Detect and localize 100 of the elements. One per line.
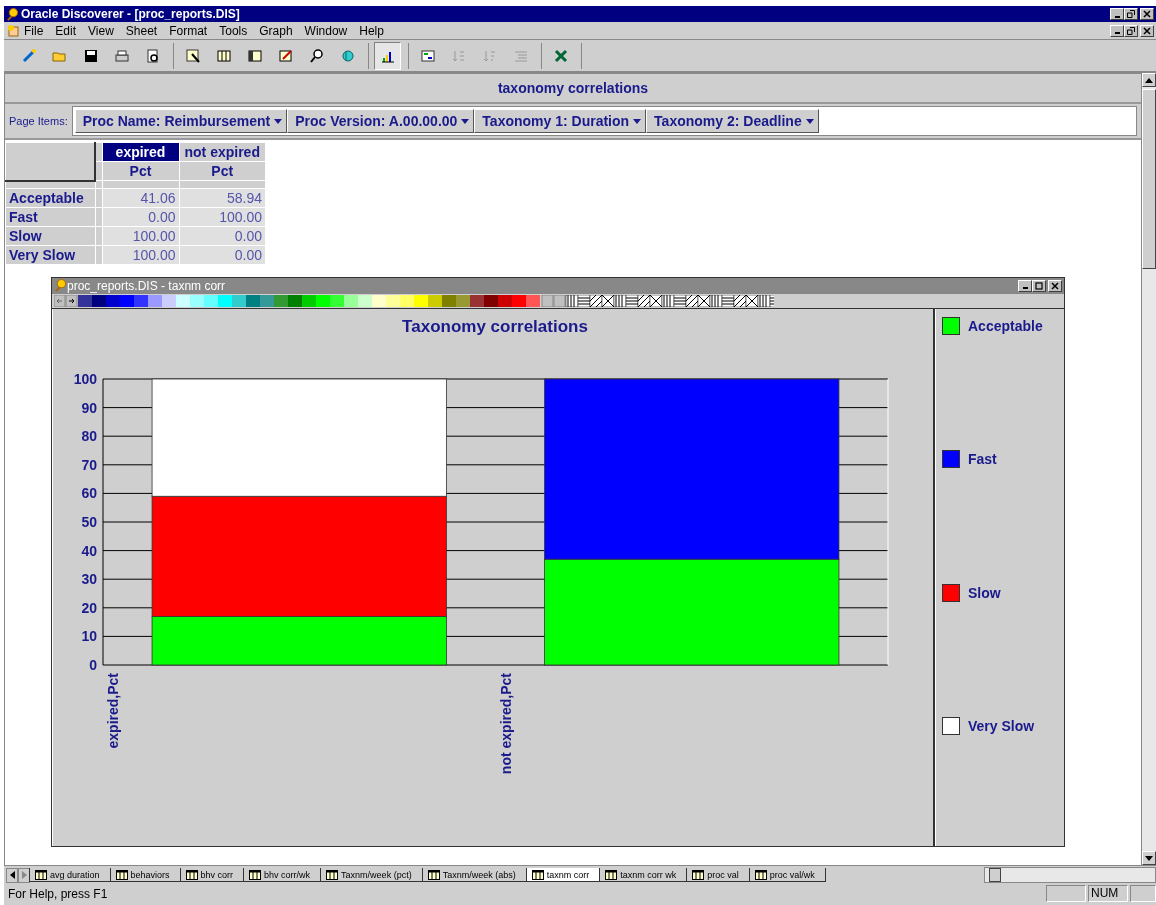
y-tick-label: 80 (81, 427, 97, 444)
y-tick-label: 40 (81, 542, 97, 559)
scroll-up-icon[interactable] (1142, 73, 1156, 87)
column-header[interactable]: expired (102, 142, 179, 162)
vertical-scrollbar[interactable] (1141, 73, 1156, 865)
globe-icon[interactable] (339, 47, 356, 64)
sheet-title: taxonomy correlations (5, 74, 1141, 104)
sheet-tab[interactable]: proc val (686, 868, 750, 882)
wand-icon[interactable] (20, 47, 37, 64)
menu-item[interactable]: Graph (259, 23, 293, 38)
minimize-button[interactable] (1018, 279, 1032, 292)
table-icon (605, 869, 618, 880)
sheet-tab[interactable]: proc val/wk (748, 868, 826, 882)
y-tick-label: 70 (81, 456, 97, 473)
menu-item[interactable]: Help (359, 23, 384, 38)
table-icon[interactable] (215, 47, 232, 64)
menu-item[interactable]: Format (169, 23, 208, 38)
status-panel (1046, 885, 1086, 902)
table-icon (531, 869, 544, 880)
status-panel (1130, 885, 1156, 902)
sheet-tab[interactable]: behaviors (109, 868, 181, 882)
lightbulb-icon (6, 7, 19, 21)
sheet-tab[interactable]: bhv corr (179, 868, 245, 882)
table-icon (249, 869, 262, 880)
legend-label: Acceptable (968, 317, 1043, 334)
zoom-icon[interactable] (308, 47, 325, 64)
y-tick-label: 90 (81, 399, 97, 416)
caret-icon (633, 118, 642, 124)
y-tick-label: 0 (89, 656, 97, 673)
close-icon (1143, 10, 1151, 18)
close-button[interactable] (1048, 279, 1062, 292)
sheet-tab[interactable]: avg duration (29, 868, 111, 882)
select-icon[interactable] (184, 47, 201, 64)
horizontal-scrollbar[interactable] (984, 867, 1156, 883)
table-icon (692, 869, 705, 880)
preview-icon[interactable] (144, 47, 161, 64)
minimize-icon (1022, 287, 1028, 289)
scroll-thumb[interactable] (989, 868, 1001, 882)
page-item-dropdown[interactable]: Taxonomy 1: Duration (474, 109, 647, 133)
page-item-dropdown[interactable]: Proc Version: A.00.00.00 (287, 109, 475, 133)
chart-title: Taxonomy correlations (402, 316, 588, 336)
edit-icon[interactable] (277, 47, 294, 64)
menu-item[interactable]: File (24, 23, 44, 38)
format-icon[interactable] (419, 47, 436, 64)
page-items-label: Page Items: (9, 115, 68, 127)
menu-item[interactable]: Edit (55, 23, 77, 38)
scroll-down-icon[interactable] (1142, 851, 1156, 865)
minimize-button[interactable] (1110, 8, 1124, 20)
y-tick-label: 100 (73, 370, 97, 387)
y-tick-label: 60 (81, 484, 97, 501)
crosstab-icon[interactable] (246, 47, 263, 64)
restore-icon (1127, 26, 1135, 35)
minimize-icon (1114, 15, 1120, 18)
tab-scroll-right-icon[interactable] (18, 867, 30, 883)
table-icon (115, 869, 128, 880)
legend-label: Very Slow (968, 718, 1035, 735)
menu-item[interactable]: View (88, 23, 114, 38)
sheet-tab[interactable]: taxnm corr wk (599, 868, 688, 882)
page-item-dropdown[interactable]: Taxonomy 2: Deadline (646, 109, 819, 133)
close-icon (1143, 26, 1151, 35)
menu-item[interactable]: Tools (219, 23, 248, 38)
close-button[interactable] (1140, 24, 1154, 37)
sheet-tab[interactable]: Taxnm/week (pct) (320, 868, 423, 882)
caret-icon (461, 118, 470, 124)
menu-item[interactable]: Window (304, 23, 348, 38)
chart-view-button[interactable] (374, 41, 401, 70)
sheet-tab[interactable]: bhv corr/wk (243, 868, 322, 882)
legend-label: Slow (968, 584, 1001, 601)
close-button[interactable] (1140, 8, 1154, 20)
minimize-button[interactable] (1110, 24, 1124, 37)
category-label: expired,Pct (105, 672, 122, 748)
restore-button[interactable] (1124, 8, 1138, 20)
window-title: Oracle Discoverer - [proc_reports.DIS] (21, 7, 240, 21)
lightbulb-icon (54, 279, 67, 292)
y-tick-label: 10 (81, 627, 97, 644)
maximize-icon (1035, 281, 1043, 290)
category-label: not expired,Pct (497, 672, 514, 774)
sheet-tab[interactable]: Taxnm/week (abs) (421, 868, 527, 882)
table-icon (185, 869, 198, 880)
color-palette-drawing[interactable] (54, 294, 774, 307)
table-icon (326, 869, 339, 880)
sheet-tab[interactable]: taxnm corr (525, 868, 601, 882)
chart-window-title: proc_reports.DIS - taxnm corr (67, 278, 226, 293)
close-icon (1051, 281, 1059, 290)
restore-icon (1127, 10, 1135, 18)
menu-item[interactable]: Sheet (125, 23, 158, 38)
status-text: For Help, press F1 (8, 886, 109, 901)
print-icon[interactable] (113, 47, 130, 64)
column-header[interactable]: not expired (179, 142, 266, 162)
tab-scroll-left-icon[interactable] (6, 867, 18, 883)
table-icon (35, 869, 47, 880)
minimize-icon (1114, 32, 1120, 34)
caret-icon (805, 118, 814, 124)
table-icon (754, 869, 767, 880)
page-item-dropdown[interactable]: Proc Name: Reimbursement (74, 109, 288, 133)
table-icon (427, 869, 440, 880)
restore-button[interactable] (1124, 24, 1138, 37)
document-icon (6, 23, 20, 38)
save-icon[interactable] (82, 47, 99, 64)
maximize-button[interactable] (1032, 279, 1046, 292)
